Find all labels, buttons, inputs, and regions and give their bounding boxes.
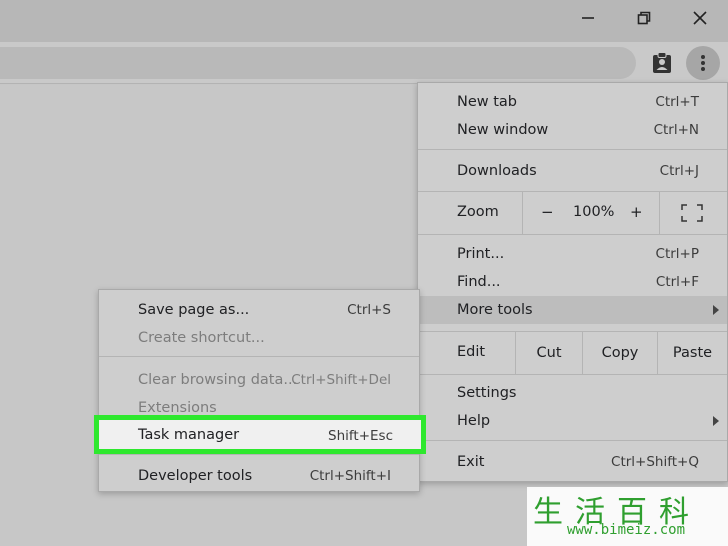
menu-separator: [418, 234, 727, 235]
menu-item-new-window[interactable]: New window Ctrl+N: [418, 116, 727, 144]
menu-item-create-shortcut: Create shortcut...: [99, 324, 419, 352]
paste-button[interactable]: Paste: [658, 332, 727, 374]
watermark-url: www.bimeiz.com: [567, 522, 686, 538]
edit-label: Edit: [457, 344, 486, 360]
menu-item-exit[interactable]: Exit Ctrl+Shift+Q: [418, 448, 727, 476]
menu-item-label: Clear browsing data...: [138, 372, 298, 388]
minimize-icon: [582, 17, 594, 19]
shortcut-label: Shift+Esc: [328, 428, 393, 444]
menu-separator: [418, 149, 727, 150]
chevron-right-icon: [713, 416, 719, 426]
menu-item-new-tab[interactable]: New tab Ctrl+T: [418, 88, 727, 116]
divider: [522, 192, 523, 234]
menu-item-save-page[interactable]: Save page as... Ctrl+S: [99, 296, 419, 324]
shortcut-label: Ctrl+F: [655, 274, 699, 290]
menu-item-label: More tools: [457, 302, 533, 318]
menu-item-label: Save page as...: [138, 302, 250, 318]
cut-button[interactable]: Cut: [516, 332, 582, 374]
menu-item-label: Settings: [457, 385, 517, 401]
shortcut-label: Ctrl+P: [655, 246, 699, 262]
menu-item-label: Print...: [457, 246, 505, 262]
menu-item-label: Extensions: [138, 400, 217, 416]
menu-separator: [418, 374, 727, 375]
zoom-out-button[interactable]: −: [541, 203, 554, 221]
menu-item-label: Help: [457, 413, 491, 429]
zoom-label: Zoom: [457, 204, 499, 220]
edit-row: Edit Cut Copy Paste: [418, 332, 727, 374]
zoom-in-button[interactable]: +: [630, 203, 643, 221]
close-button[interactable]: [672, 0, 728, 36]
menu-item-label: Task manager: [138, 427, 240, 443]
restore-button[interactable]: [616, 0, 672, 36]
address-bar[interactable]: [0, 47, 636, 79]
shortcut-label: Ctrl+N: [653, 122, 699, 138]
shortcut-label: Ctrl+S: [347, 302, 391, 318]
menu-item-developer-tools[interactable]: Developer tools Ctrl+Shift+I: [99, 462, 419, 490]
divider: [659, 192, 660, 234]
shortcut-label: Ctrl+Shift+I: [309, 468, 391, 484]
fullscreen-icon[interactable]: [681, 204, 703, 222]
menu-item-more-tools[interactable]: More tools: [418, 296, 727, 324]
menu-separator: [99, 454, 419, 455]
menu-item-clear-browsing-data: Clear browsing data... Ctrl+Shift+Del: [99, 366, 419, 394]
menu-item-help[interactable]: Help: [418, 407, 727, 435]
shortcut-label: Ctrl+T: [655, 94, 699, 110]
more-tools-submenu: Save page as... Ctrl+S Create shortcut..…: [98, 289, 420, 492]
menu-separator: [99, 356, 419, 357]
shortcut-label: Ctrl+J: [659, 163, 699, 179]
watermark: 生活百科 www.bimeiz.com: [527, 487, 728, 546]
menu-item-settings[interactable]: Settings: [418, 379, 727, 407]
copy-button[interactable]: Copy: [583, 332, 657, 374]
menu-item-label: Create shortcut...: [138, 330, 265, 346]
chevron-right-icon: [713, 305, 719, 315]
menu-item-print[interactable]: Print... Ctrl+P: [418, 240, 727, 268]
menu-item-downloads[interactable]: Downloads Ctrl+J: [418, 157, 727, 185]
close-icon: [693, 11, 707, 25]
minimize-button[interactable]: [560, 0, 616, 36]
clipboard-icon: [653, 52, 671, 73]
menu-button[interactable]: [686, 46, 720, 80]
browser-toolbar: [0, 42, 728, 84]
chrome-main-menu: New tab Ctrl+T New window Ctrl+N Downloa…: [417, 82, 728, 482]
restore-icon: [637, 11, 651, 25]
zoom-row: Zoom − 100% +: [418, 192, 727, 234]
menu-separator: [418, 440, 727, 441]
extension-button[interactable]: [648, 49, 676, 77]
menu-item-label: New window: [457, 122, 549, 138]
menu-item-label: New tab: [457, 94, 518, 110]
menu-item-find[interactable]: Find... Ctrl+F: [418, 268, 727, 296]
menu-item-label: Find...: [457, 274, 501, 290]
menu-item-label: Developer tools: [138, 468, 253, 484]
menu-item-label: Downloads: [457, 163, 537, 179]
zoom-level: 100%: [573, 204, 615, 220]
menu-item-task-manager[interactable]: Task manager Shift+Esc: [94, 415, 426, 454]
shortcut-label: Ctrl+Shift+Del: [291, 372, 391, 388]
shortcut-label: Ctrl+Shift+Q: [611, 454, 699, 470]
more-vert-icon: [701, 55, 705, 71]
title-bar: [0, 0, 728, 42]
menu-item-label: Exit: [457, 454, 485, 470]
